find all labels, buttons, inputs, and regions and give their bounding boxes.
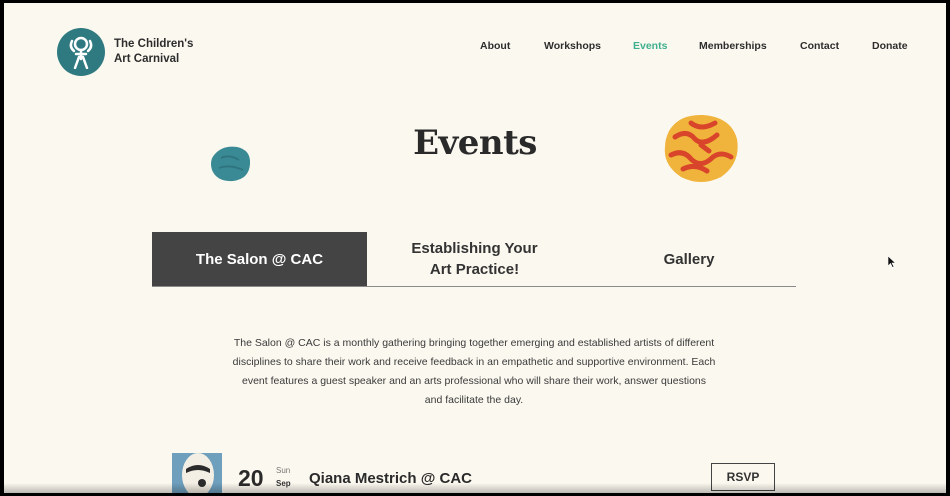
page-title: Events (413, 123, 537, 163)
nav-donate[interactable]: Donate (872, 40, 908, 52)
nav-workshops[interactable]: Workshops (544, 40, 601, 52)
salon-description: The Salon @ CAC is a monthly gathering b… (232, 337, 716, 406)
tab-gallery[interactable]: Gallery (582, 232, 796, 286)
nav-memberships[interactable]: Memberships (699, 40, 767, 52)
event-weekday: Sun (276, 466, 291, 475)
nav-contact[interactable]: Contact (800, 40, 839, 52)
browser-viewport: The Children's Art Carnival About Worksh… (4, 3, 946, 493)
tab-label-line2: Art Practice! (429, 261, 520, 278)
bottom-shadow (4, 483, 946, 493)
tab-label-line1: Establishing Your (411, 240, 538, 257)
nav-events[interactable]: Events (633, 40, 667, 52)
nav-about[interactable]: About (480, 40, 510, 52)
events-tabs: The Salon @ CAC Establishing Your Art Pr… (152, 232, 796, 287)
mouse-cursor-icon (888, 256, 896, 268)
tab-establishing-art-practice[interactable]: Establishing Your Art Practice! (367, 232, 582, 286)
tab-the-salon[interactable]: The Salon @ CAC (152, 232, 367, 286)
main-nav: About Workshops Events Memberships Conta… (4, 40, 946, 56)
